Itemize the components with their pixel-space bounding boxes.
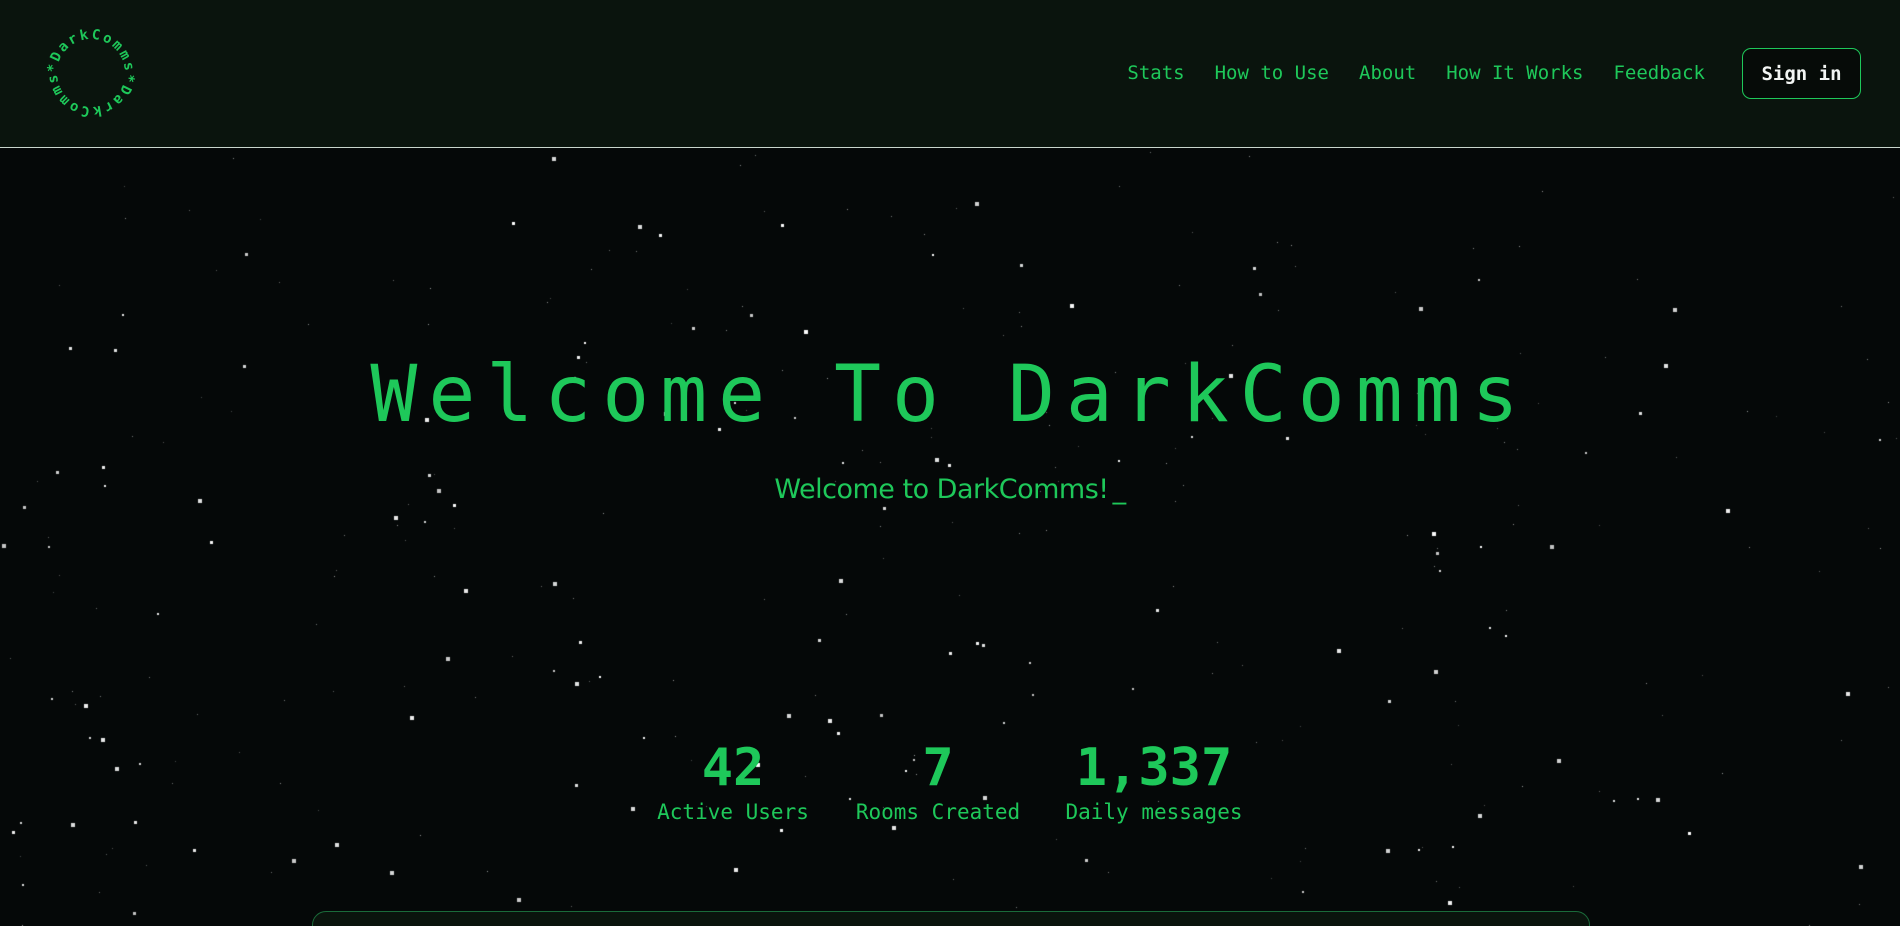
stat-daily-messages: 1,337 Daily messages (1054, 738, 1254, 826)
stat-rooms-created: 7 Rooms Created (838, 738, 1038, 826)
darkcomms-logo[interactable]: *DarkComms*DarkComms (45, 27, 137, 119)
nav-how-it-works[interactable]: How It Works (1446, 60, 1583, 86)
stat-value: 42 (701, 738, 765, 798)
svg-text:*DarkComms*DarkComms: *DarkComms*DarkComms (45, 27, 137, 119)
nav-feedback[interactable]: Feedback (1613, 60, 1705, 86)
stat-label: Daily messages (1065, 800, 1243, 824)
site-header: *DarkComms*DarkComms Stats How to Use Ab… (0, 0, 1900, 148)
stat-label: Rooms Created (855, 800, 1021, 824)
circular-text-logo-icon: *DarkComms*DarkComms (45, 27, 137, 119)
hero-subtitle-text: Welcome to DarkComms! (774, 474, 1109, 505)
sign-in-button[interactable]: Sign in (1742, 48, 1861, 99)
stat-label: Active Users (657, 800, 809, 824)
stat-value: 1,337 (1075, 738, 1233, 798)
nav-about[interactable]: About (1359, 60, 1416, 86)
nav-how-to-use[interactable]: How to Use (1215, 60, 1329, 86)
stat-value: 7 (922, 738, 954, 798)
hero-title: Welcome To DarkComms (370, 350, 1530, 440)
typing-cursor: _ (1112, 474, 1127, 505)
content-panel (312, 911, 1590, 926)
stat-active-users: 42 Active Users (633, 738, 833, 826)
main-nav: Stats How to Use About How It Works Feed… (1127, 60, 1705, 86)
nav-stats[interactable]: Stats (1127, 60, 1184, 86)
hero-subtitle: Welcome to DarkComms! _ (0, 472, 1900, 508)
